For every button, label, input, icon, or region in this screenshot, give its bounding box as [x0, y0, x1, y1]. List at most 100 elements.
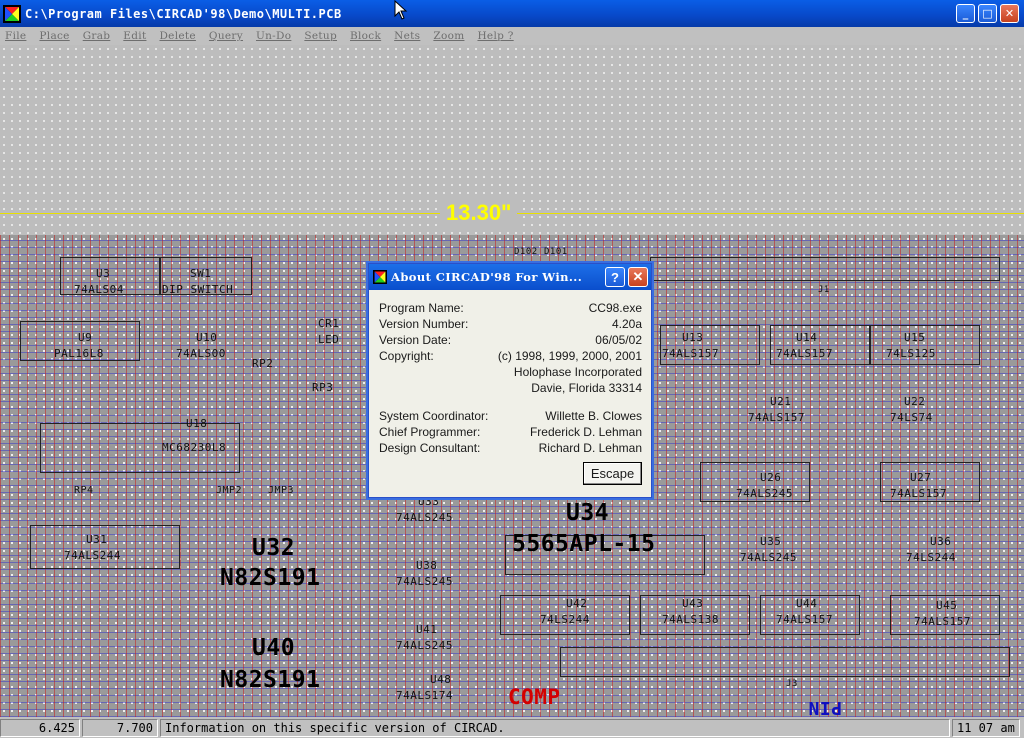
menu-query[interactable]: Query	[209, 30, 243, 42]
part-u33-type: 74ALS245	[396, 511, 453, 524]
system-coordinator-label: System Coordinator:	[379, 409, 489, 423]
part-u9[interactable]: U9	[78, 331, 92, 344]
menu-setup[interactable]: Setup	[304, 30, 337, 42]
title-bar: C:\Program Files\CIRCAD'98\Demo\MULTI.PC…	[0, 0, 1024, 27]
minimize-button[interactable]: _	[956, 4, 975, 23]
part-j3[interactable]: J3	[786, 679, 798, 689]
part-u34-type: 5565APL-15	[512, 531, 656, 557]
part-u34[interactable]: U34	[566, 500, 609, 526]
chief-programmer-label: Chief Programmer:	[379, 425, 481, 439]
part-d102[interactable]: D102	[514, 247, 538, 257]
about-dialog: About CIRCAD'98 For Win... ? ✕ Program N…	[368, 263, 652, 498]
chief-programmer-value: Frederick D. Lehman	[529, 425, 642, 439]
chip-outline	[30, 525, 180, 569]
about-close-button[interactable]: ✕	[628, 267, 648, 287]
part-sw1-type: DIP SWITCH	[162, 283, 234, 296]
part-u35[interactable]: U35	[760, 535, 781, 548]
menu-nets[interactable]: Nets	[394, 30, 420, 42]
help-button[interactable]: ?	[605, 267, 625, 287]
version-number-value: 4.20a	[611, 317, 642, 331]
part-u13[interactable]: U13	[682, 331, 703, 344]
part-u3[interactable]: U3	[96, 267, 110, 280]
design-consultant-value: Richard D. Lehman	[538, 441, 642, 455]
menu-zoom[interactable]: Zoom	[433, 30, 464, 42]
part-u44[interactable]: U44	[796, 597, 817, 610]
part-u14[interactable]: U14	[796, 331, 817, 344]
part-u26[interactable]: U26	[760, 471, 781, 484]
menu-block[interactable]: Block	[350, 30, 381, 42]
part-u38-type: 74ALS245	[396, 575, 453, 588]
part-u41-type: 74ALS245	[396, 639, 453, 652]
part-u36-type: 74LS244	[906, 551, 956, 564]
part-u38[interactable]: U38	[416, 559, 437, 572]
menu-place[interactable]: Place	[39, 30, 69, 42]
menu-file[interactable]: File	[5, 30, 26, 42]
part-u40-type: N82S191	[220, 667, 321, 693]
connector-j1	[650, 257, 1000, 281]
part-cr1-type: LED	[318, 333, 340, 346]
part-d101[interactable]: D101	[544, 247, 568, 257]
window-title: C:\Program Files\CIRCAD'98\Demo\MULTI.PC…	[25, 6, 342, 21]
part-rp2[interactable]: RP2	[252, 357, 273, 370]
y-coordinate: 7.700	[82, 718, 158, 737]
part-rp4[interactable]: RP4	[74, 485, 94, 496]
circad-app-icon	[373, 270, 387, 284]
part-u45-type: 74ALS157	[914, 615, 971, 628]
design-consultant-label: Design Consultant:	[379, 441, 481, 455]
part-u14-type: 74ALS157	[776, 347, 833, 360]
menu-grab[interactable]: Grab	[83, 30, 111, 42]
part-u18[interactable]: U18	[186, 417, 207, 430]
part-u45[interactable]: U45	[936, 599, 957, 612]
close-button[interactable]: ✕	[1000, 4, 1019, 23]
status-time: 11 07 am	[952, 718, 1020, 737]
part-u10[interactable]: U10	[196, 331, 217, 344]
part-u9-type: PAL16L8	[54, 347, 104, 360]
connector-j3	[560, 647, 1010, 677]
part-u42-type: 74LS244	[540, 613, 590, 626]
part-u32[interactable]: U32	[252, 535, 295, 561]
copyright-label: Copyright:	[379, 349, 434, 363]
part-u15[interactable]: U15	[904, 331, 925, 344]
part-u31[interactable]: U31	[86, 533, 107, 546]
part-u15-type: 74LS125	[886, 347, 936, 360]
version-number-label: Version Number:	[379, 317, 469, 331]
menu-undo[interactable]: Un-Do	[256, 30, 291, 42]
part-u27-type: 74ALS157	[890, 487, 947, 500]
part-cr1[interactable]: CR1	[318, 317, 339, 330]
menu-delete[interactable]: Delete	[159, 30, 195, 42]
part-rp3[interactable]: RP3	[312, 381, 333, 394]
board-width-dimension: 13.30"	[440, 200, 518, 226]
part-u40[interactable]: U40	[252, 635, 295, 661]
program-name-label: Program Name:	[379, 301, 464, 315]
escape-button[interactable]: Escape	[583, 462, 642, 485]
part-u48[interactable]: U48	[430, 673, 451, 686]
part-sw1[interactable]: SW1	[190, 267, 211, 280]
circad-app-icon[interactable]	[3, 4, 21, 23]
part-u42[interactable]: U42	[566, 597, 587, 610]
about-body: Program Name: CC98.exe Version Number: 4…	[369, 290, 651, 497]
part-j1[interactable]: J1	[818, 285, 830, 295]
part-jmp3[interactable]: JMP3	[268, 485, 294, 496]
menu-help[interactable]: Help ?	[477, 30, 513, 42]
status-bar: 6.425 7.700 Information on this specific…	[0, 717, 1024, 738]
menu-edit[interactable]: Edit	[123, 30, 146, 42]
part-u22-type: 74LS74	[890, 411, 933, 424]
part-u41[interactable]: U41	[416, 623, 437, 636]
system-coordinator-value: Willette B. Clowes	[545, 409, 642, 423]
part-u22[interactable]: U22	[904, 395, 925, 408]
maximize-button[interactable]: □	[978, 4, 997, 23]
version-date-value: 06/05/02	[595, 333, 642, 347]
part-u21[interactable]: U21	[770, 395, 791, 408]
about-title: About CIRCAD'98 For Win...	[391, 270, 583, 284]
about-title-bar: About CIRCAD'98 For Win... ? ✕	[369, 264, 651, 290]
part-u10-type: 74ALS00	[176, 347, 226, 360]
part-jmp2[interactable]: JMP2	[216, 485, 242, 496]
copyright-years: (c) 1998, 1999, 2000, 2001	[497, 349, 642, 363]
x-coordinate: 6.425	[0, 718, 80, 737]
part-u26-type: 74ALS245	[736, 487, 793, 500]
part-u36[interactable]: U36	[930, 535, 951, 548]
copyright-company: Holophase Incorporated	[513, 365, 642, 379]
part-u21-type: 74ALS157	[748, 411, 805, 424]
part-u43[interactable]: U43	[682, 597, 703, 610]
part-u27[interactable]: U27	[910, 471, 931, 484]
